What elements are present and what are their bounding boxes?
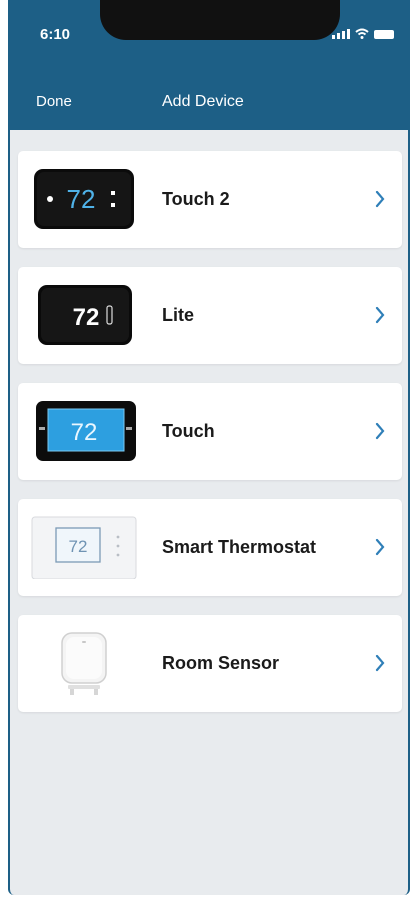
chevron-right-icon <box>375 538 385 556</box>
device-label: Lite <box>162 305 195 325</box>
device-notch <box>100 0 340 40</box>
status-icons <box>332 28 394 39</box>
phone-screen: 6:10 Done Add Device 72 Touch 2 72 Lite … <box>8 0 410 895</box>
device-item-touch[interactable]: 72 Touch <box>18 383 402 480</box>
device-list: 72 Touch 2 72 Lite 72 Touch 72 Smart The… <box>18 151 402 731</box>
device-label: Room Sensor <box>162 653 280 673</box>
navigation-bar: Done Add Device <box>10 70 408 130</box>
chevron-right-icon <box>375 190 385 208</box>
room-sensor-icon <box>30 629 138 697</box>
device-label: Touch 2 <box>162 189 230 209</box>
smart-thermostat-icon: 72 <box>30 513 138 581</box>
chevron-right-icon <box>375 654 385 672</box>
device-item-lite[interactable]: 72 Lite <box>18 267 402 364</box>
thermostat-lite-icon: 72 <box>30 281 138 349</box>
svg-text:72: 72 <box>67 184 96 214</box>
signal-icon <box>332 29 350 39</box>
done-button[interactable]: Done <box>36 93 72 110</box>
wifi-icon <box>355 28 369 39</box>
battery-icon <box>374 30 394 39</box>
thermostat-touch-icon: 72 <box>30 397 138 465</box>
svg-text:72: 72 <box>69 537 88 556</box>
device-label: Smart Thermostat <box>162 537 317 557</box>
thermostat-touch2-icon: 72 <box>30 165 138 233</box>
status-time: 6:10 <box>40 26 71 43</box>
device-item-touch-2[interactable]: 72 Touch 2 <box>18 151 402 248</box>
page-title: Add Device <box>162 93 244 110</box>
svg-text:72: 72 <box>73 304 100 331</box>
device-label: Touch <box>162 421 215 441</box>
chevron-right-icon <box>375 422 385 440</box>
device-item-room-sensor[interactable]: Room Sensor <box>18 615 402 712</box>
device-item-smart-thermostat[interactable]: 72 Smart Thermostat <box>18 499 402 596</box>
svg-text:72: 72 <box>71 419 98 446</box>
status-bar: 6:10 <box>10 0 408 70</box>
chevron-right-icon <box>375 306 385 324</box>
